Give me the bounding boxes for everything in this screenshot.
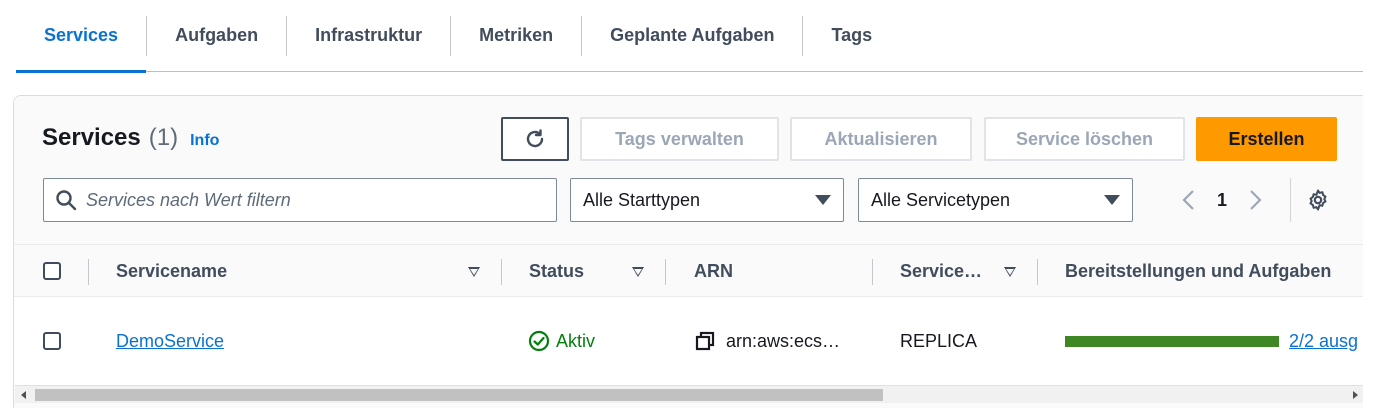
tab-scheduled-tasks[interactable]: Geplante Aufgaben [582,0,802,72]
column-divider [88,259,89,285]
info-link[interactable]: Info [190,132,219,150]
service-type-text: REPLICA [900,330,978,351]
tab-label: Metriken [479,25,554,45]
pagination-divider [1290,178,1291,222]
panel-title-text: Services [42,124,141,151]
refresh-icon [526,129,544,148]
scroll-left-arrow[interactable] [21,391,26,399]
column-header-arn[interactable]: ARN [694,245,733,298]
column-divider [501,259,502,285]
deployment-progress-bar [1065,335,1279,347]
tab-label: Services [44,25,119,45]
tab-bar: Services Aufgaben Infrastruktur Metriken… [16,0,1363,73]
scroll-right-arrow[interactable] [1353,391,1358,399]
panel-title: Services (1) Info [42,124,219,152]
gear-icon[interactable] [1306,188,1330,212]
chevron-down-icon [815,195,831,205]
deployments-cell: 2/2 ausg [1065,297,1358,385]
tab-label: Geplante Aufgaben [610,25,775,45]
column-header-name[interactable]: Servicename [116,245,227,298]
scrollbar-thumb[interactable] [35,389,883,401]
sort-icon[interactable] [1004,267,1016,277]
manage-tags-button[interactable]: Tags verwalten [580,117,779,161]
column-label: ARN [694,261,733,281]
launch-type-select[interactable]: Alle Starttypen [570,178,844,222]
column-divider [1037,259,1038,285]
button-label: Aktualisieren [824,128,938,149]
button-label: Tags verwalten [615,128,744,149]
tab-label: Aufgaben [175,25,259,45]
column-divider [872,259,873,285]
update-button[interactable]: Aktualisieren [790,117,972,161]
row-checkbox[interactable] [43,332,61,350]
button-label: Erstellen [1228,128,1305,149]
chevron-left-icon[interactable] [1177,188,1201,212]
table-row: DemoService Aktiv arn:aws:ecs… REPLICA 2… [14,297,1363,385]
create-button[interactable]: Erstellen [1196,117,1337,161]
column-divider [665,259,666,285]
search-icon [56,190,77,211]
tab-infrastructure[interactable]: Infrastruktur [287,0,450,72]
select-all-checkbox[interactable] [43,262,61,280]
search-input[interactable] [86,189,526,211]
tab-label: Infrastruktur [315,25,423,45]
services-panel: Services (1) Info Tags verwalten Aktuali… [13,95,1363,408]
status-ok-icon [528,330,550,352]
pagination: 1 [1177,178,1267,222]
page-number[interactable]: 1 [1217,190,1227,211]
copy-icon[interactable] [694,330,716,352]
column-header-status[interactable]: Status [529,245,584,298]
service-name-link[interactable]: DemoService [116,331,224,352]
chevron-down-icon [1104,195,1120,205]
column-label: Servicename [116,261,228,281]
panel-header: Services (1) Info Tags verwalten Aktuali… [14,96,1363,244]
delete-service-button[interactable]: Service löschen [984,117,1185,161]
service-type-select[interactable]: Alle Servicetypen [858,178,1133,222]
deployments-link[interactable]: 2/2 ausg [1289,331,1358,352]
tab-services[interactable]: Services [16,0,147,73]
tab-metrics[interactable]: Metriken [451,0,581,72]
column-header-service-type[interactable]: Service… [900,245,982,298]
arn-text: arn:aws:ecs… [726,330,841,351]
status-text: Aktiv [556,330,596,351]
services-count: (1) [148,124,179,151]
button-label: Service löschen [1015,128,1154,149]
column-label: Bereitstellungen und Aufgaben [1065,261,1332,281]
select-value: Alle Servicetypen [871,189,1011,210]
tab-tasks[interactable]: Aufgaben [147,0,286,72]
status-cell: Aktiv [528,297,595,385]
table-header: Servicename Status ARN Service… Bereitst… [14,244,1363,297]
tab-tags[interactable]: Tags [803,0,900,72]
arn-cell: arn:aws:ecs… [694,297,840,385]
column-label: Service… [900,261,983,281]
sort-icon[interactable] [468,267,480,277]
tab-label: Tags [831,25,873,45]
search-field[interactable] [43,178,557,222]
column-header-deployments[interactable]: Bereitstellungen und Aufgaben [1065,245,1331,298]
chevron-right-icon[interactable] [1243,188,1267,212]
refresh-button[interactable] [501,117,569,161]
column-label: Status [529,261,585,281]
sort-icon[interactable] [632,267,644,277]
horizontal-scrollbar[interactable] [15,385,1363,403]
select-value: Alle Starttypen [583,189,701,210]
